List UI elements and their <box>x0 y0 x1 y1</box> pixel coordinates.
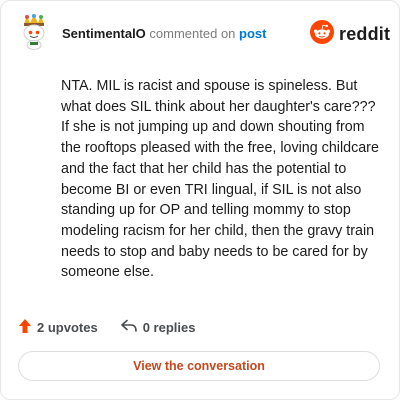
username-link[interactable]: SentimentalO <box>62 26 146 41</box>
reddit-logo-icon <box>310 20 334 49</box>
reddit-brand[interactable]: reddit <box>310 20 390 49</box>
upvote-arrow-icon <box>18 318 37 337</box>
reply-label: 0 replies <box>142 320 196 335</box>
comment-footer: 2 upvotes 0 replies <box>18 318 195 337</box>
comment-header: SentimentalO commented on post reddit <box>0 0 400 68</box>
upvote-count[interactable]: 2 upvotes <box>18 318 98 337</box>
comment-body: NTA. MIL is racist and spouse is spinele… <box>61 78 379 281</box>
reddit-wordmark: reddit <box>339 24 391 44</box>
post-link[interactable]: post <box>239 26 266 41</box>
snoo-avatar-icon[interactable] <box>18 14 50 50</box>
action-text: commented on <box>149 26 236 41</box>
reply-count[interactable]: 0 replies <box>120 319 196 336</box>
comment-meta: SentimentalO commented on post <box>62 26 267 42</box>
view-conversation-button[interactable]: View the conversation <box>18 351 380 381</box>
reply-arrow-icon <box>120 319 143 336</box>
upvote-label: 2 upvotes <box>37 320 98 335</box>
